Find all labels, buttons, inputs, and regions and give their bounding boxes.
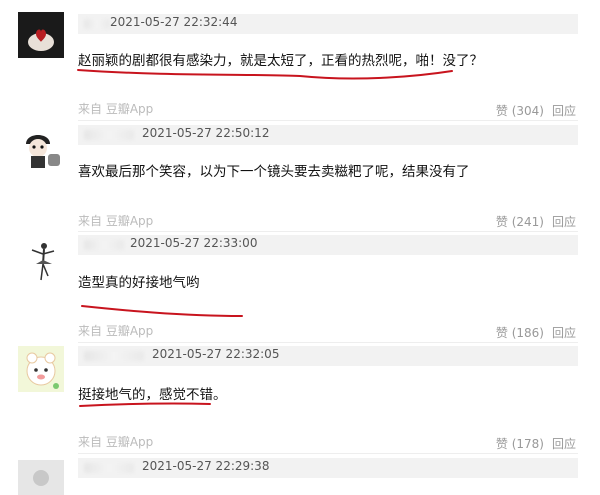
divider <box>78 231 578 232</box>
comment-meta-bar: 2021-05-27 22:33:00 <box>78 235 578 255</box>
like-button[interactable]: 赞 (178) <box>496 437 544 451</box>
red-underline-4 <box>79 402 211 407</box>
comment-timestamp: 2021-05-27 22:29:38 <box>142 459 270 473</box>
comment-timestamp: 2021-05-27 22:32:44 <box>110 15 238 29</box>
avatar[interactable] <box>18 346 64 392</box>
username-blurred[interactable] <box>84 19 110 29</box>
username-blurred[interactable] <box>84 240 124 250</box>
comment-text: 喜欢最后那个笑容，以为下一个镜头要去卖糍粑了呢，结果没有了 <box>78 164 470 180</box>
divider <box>78 120 578 121</box>
like-button[interactable]: 赞 (304) <box>496 104 544 118</box>
like-button[interactable]: 赞 (241) <box>496 215 544 229</box>
comment-source: 来自 豆瓣App <box>78 324 154 338</box>
comment-meta-bar: 2021-05-27 22:29:38 <box>78 458 578 478</box>
comment-timestamp: 2021-05-27 22:33:00 <box>130 236 258 250</box>
comment-actions: 赞 (178) 回应 <box>496 435 576 452</box>
avatar[interactable] <box>18 460 64 495</box>
ballet-dancer-avatar-icon <box>31 243 55 281</box>
avatar[interactable] <box>18 12 64 58</box>
divider <box>78 453 578 454</box>
username-blurred[interactable] <box>84 463 134 473</box>
cute-cartoon-avatar-icon <box>18 346 64 392</box>
divider <box>78 342 578 343</box>
comment-meta-bar: 2021-05-27 22:50:12 <box>78 125 578 145</box>
comment-actions: 赞 (186) 回应 <box>496 324 576 341</box>
red-underline-3 <box>81 305 243 317</box>
like-button[interactable]: 赞 (186) <box>496 326 544 340</box>
comment-source: 来自 豆瓣App <box>78 102 154 116</box>
comment-text: 赵丽颖的剧都很有感染力，就是太短了，正看的热烈呢，啪！没了？ <box>78 53 483 69</box>
username-blurred[interactable] <box>84 351 144 361</box>
reply-button[interactable]: 回应 <box>552 437 576 451</box>
comment-text: 造型真的好接地气哟 <box>78 275 200 291</box>
comment-source: 来自 豆瓣App <box>78 214 154 228</box>
username-blurred[interactable] <box>84 130 134 140</box>
avatar[interactable] <box>18 128 64 174</box>
avatar[interactable] <box>18 238 64 284</box>
default-user-avatar-icon <box>33 470 49 486</box>
comment-actions: 赞 (304) 回应 <box>496 102 576 119</box>
comment-actions: 赞 (241) 回应 <box>496 213 576 230</box>
comment-meta-bar: 2021-05-27 22:32:44 <box>78 14 578 34</box>
cartoon-character-avatar-icon <box>26 135 60 168</box>
reply-button[interactable]: 回应 <box>552 104 576 118</box>
reply-button[interactable]: 回应 <box>552 326 576 340</box>
dark-heart-hand-avatar-icon <box>18 12 64 58</box>
comment-timestamp: 2021-05-27 22:32:05 <box>152 347 280 361</box>
comment-source: 来自 豆瓣App <box>78 435 154 449</box>
comment-timestamp: 2021-05-27 22:50:12 <box>142 126 270 140</box>
comment-text: 挺接地气的，感觉不错。 <box>78 387 227 403</box>
red-underline-1 <box>77 69 453 80</box>
reply-button[interactable]: 回应 <box>552 215 576 229</box>
comment-meta-bar: 2021-05-27 22:32:05 <box>78 346 578 366</box>
